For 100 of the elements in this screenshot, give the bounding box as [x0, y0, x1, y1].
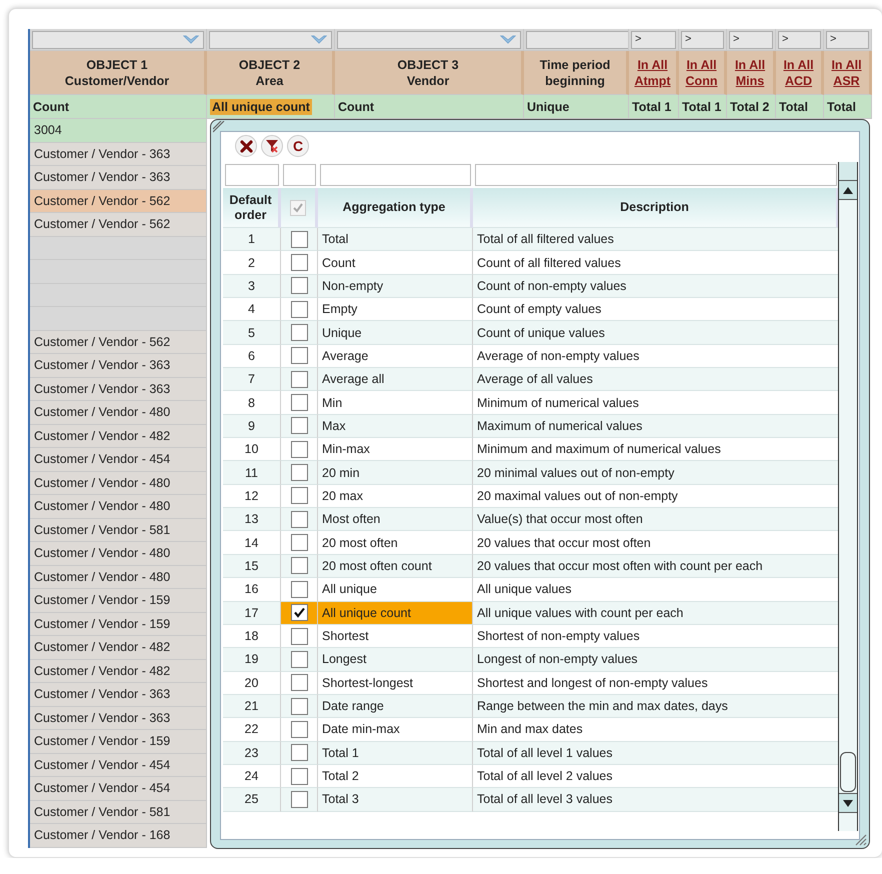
table-cell: Customer / Vendor - 480 [30, 472, 207, 495]
table-cell: Customer / Vendor - 581 [30, 800, 207, 824]
checkbox[interactable] [290, 370, 308, 388]
aggregation-type[interactable]: 20 min [318, 461, 473, 485]
order-number: 19 [244, 652, 258, 666]
table-cell: Customer / Vendor - 562 [30, 213, 207, 236]
column-header: OBJECT 2 Area [238, 56, 302, 88]
checkbox[interactable] [290, 277, 308, 294]
checkbox[interactable] [290, 510, 308, 528]
close-button[interactable] [235, 135, 257, 157]
scrollbar-corner [839, 162, 857, 181]
aggregation-type[interactable]: Non-empty [318, 274, 473, 298]
column-header: OBJECT 1 Customer/Vendor [64, 56, 170, 88]
checkbox[interactable] [290, 394, 308, 412]
filter-field[interactable] [320, 164, 471, 186]
checkbox[interactable] [290, 534, 308, 552]
checkbox[interactable] [290, 790, 308, 808]
aggregation-label[interactable]: All unique count [210, 99, 312, 115]
table-cell: Customer / Vendor - 159 [30, 612, 207, 636]
column-header: Time period beginning [538, 56, 612, 88]
aggregation-type[interactable]: Average all [318, 368, 473, 392]
filter-field[interactable]: > [729, 31, 773, 49]
scroll-down-icon[interactable] [843, 800, 853, 806]
aggregation-type[interactable]: Date range [318, 694, 473, 718]
aggregation-type[interactable]: All unique count [318, 602, 473, 625]
chevron-down-icon [183, 35, 199, 46]
checkbox[interactable] [290, 417, 308, 434]
checkbox[interactable] [290, 464, 308, 482]
checkbox[interactable] [290, 300, 308, 318]
table-cell: Customer / Vendor - 562 [30, 330, 207, 354]
table-cell: Customer / Vendor - 363 [30, 378, 207, 401]
checkbox[interactable] [290, 698, 308, 715]
aggregation-type[interactable]: Total 1 [318, 742, 473, 765]
order-number: 20 [244, 676, 258, 690]
order-number: 11 [245, 466, 258, 480]
aggregation-type[interactable]: Total 3 [318, 788, 473, 812]
table-cell: Customer / Vendor - 159 [30, 589, 207, 612]
order-number: 15 [244, 558, 258, 573]
checkbox[interactable] [290, 487, 308, 504]
table-cell: Customer / Vendor - 363 [30, 706, 207, 730]
checkbox[interactable] [290, 254, 308, 272]
checkbox[interactable] [290, 580, 308, 598]
reset-button[interactable]: C [287, 135, 309, 157]
filter-field[interactable]: > [631, 31, 676, 49]
checkbox[interactable] [290, 604, 308, 622]
resize-grip-icon[interactable] [213, 121, 225, 133]
checkbox[interactable] [290, 720, 308, 738]
order-number: 12 [244, 488, 258, 503]
filter-field[interactable]: > [681, 31, 724, 49]
order-number: 18 [244, 629, 258, 644]
chevron-down-icon [500, 35, 516, 46]
checkbox[interactable] [290, 628, 308, 645]
table-cell: Customer / Vendor - 454 [30, 754, 207, 777]
clear-filter-button[interactable] [261, 135, 283, 157]
order-number: 13 [244, 512, 258, 526]
table-cell: Customer / Vendor - 482 [30, 636, 207, 660]
order-number: 14 [244, 536, 258, 550]
order-number: 25 [244, 792, 258, 806]
table-cell: Customer / Vendor - 480 [30, 566, 207, 589]
order-number: 23 [244, 746, 258, 760]
checkbox[interactable] [290, 650, 308, 668]
order-number: 8 [248, 396, 255, 410]
aggregation-type[interactable]: Unique [318, 321, 473, 345]
order-number: 7 [248, 372, 255, 386]
table-cell: Customer / Vendor - 168 [30, 824, 207, 848]
filter-field[interactable] [283, 164, 316, 186]
column-header: OBJECT 3 Vendor [396, 56, 460, 88]
table-cell: Customer / Vendor - 363 [30, 142, 207, 166]
table-cell: Customer / Vendor - 581 [30, 518, 207, 542]
scrollbar[interactable] [838, 162, 858, 831]
aggregation-type[interactable]: Most often [318, 508, 473, 532]
filter-field[interactable] [225, 164, 279, 186]
checkbox[interactable] [290, 744, 308, 762]
table-cell: Customer / Vendor - 562 [30, 190, 207, 213]
checkbox[interactable] [290, 768, 308, 785]
order-number: 22 [244, 722, 258, 736]
filter-field[interactable] [475, 164, 837, 186]
scroll-up-icon[interactable] [843, 186, 853, 194]
aggregation-type[interactable]: 20 most often count [318, 554, 473, 578]
aggregation-label[interactable]: Count [338, 100, 374, 114]
aggregation-type[interactable]: Longest [318, 648, 473, 672]
order-number: 6 [248, 348, 255, 363]
aggregation-label[interactable]: Count [33, 100, 70, 114]
filter-field[interactable]: > [826, 31, 869, 49]
order-number: 2 [248, 256, 255, 270]
resize-grip-icon[interactable] [853, 832, 867, 846]
aggregation-type[interactable]: Max [318, 414, 473, 438]
checkbox[interactable] [290, 324, 308, 342]
order-number: 4 [248, 302, 255, 316]
filter-icon [265, 139, 279, 153]
table-cell: Customer / Vendor - 482 [30, 660, 207, 683]
aggregation-type[interactable]: Total [318, 228, 473, 252]
scroll-thumb[interactable] [840, 752, 856, 792]
checkbox[interactable] [290, 347, 308, 364]
checkbox[interactable] [290, 674, 308, 692]
checkbox[interactable] [290, 557, 308, 574]
checkbox[interactable] [290, 230, 308, 248]
filter-field[interactable]: > [778, 31, 821, 49]
checkbox[interactable] [290, 440, 308, 458]
column-header[interactable]: Description [620, 200, 689, 215]
